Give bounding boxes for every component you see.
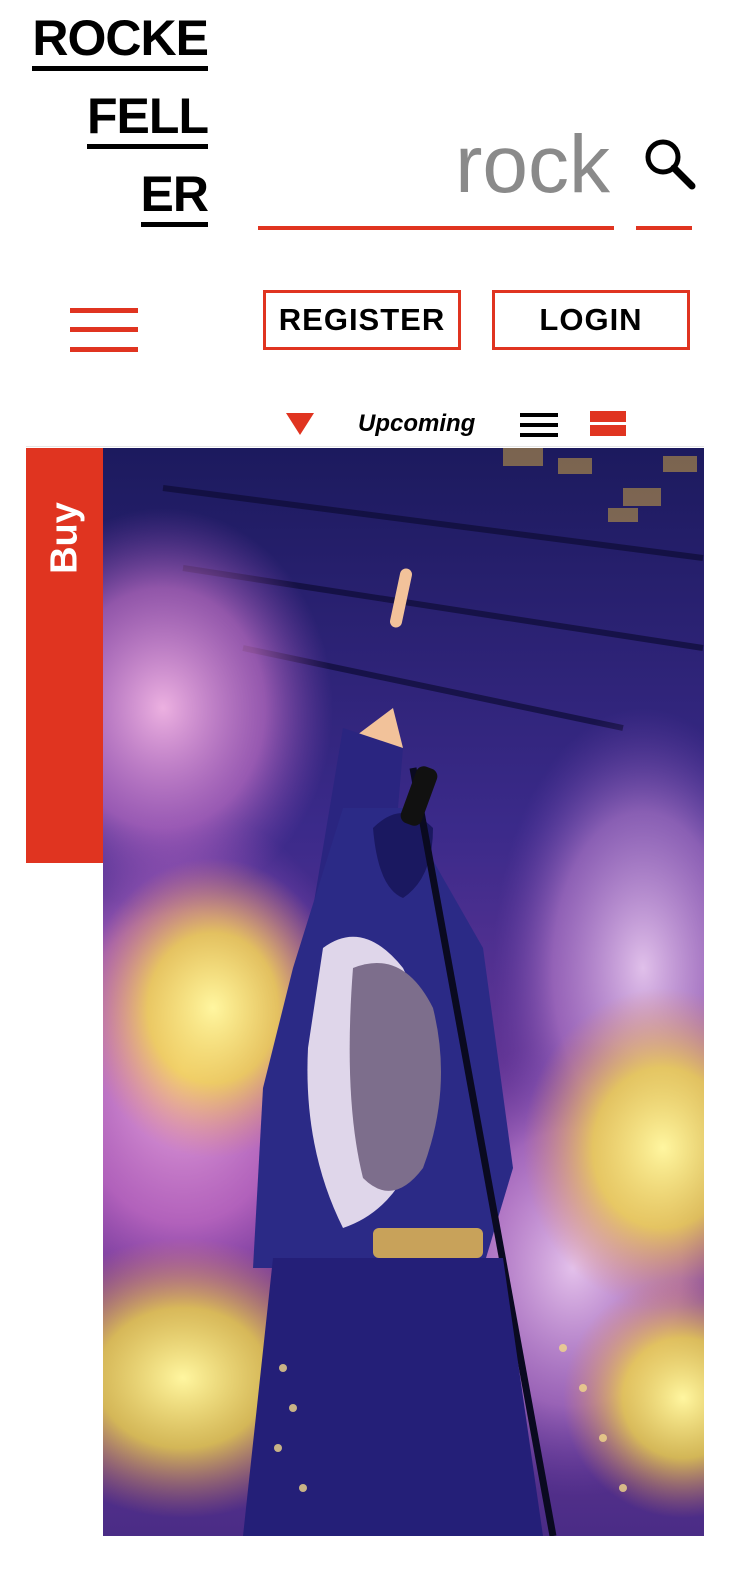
buy-button[interactable]: Buy	[26, 448, 103, 863]
search-icon	[645, 139, 696, 190]
grid-view-icon[interactable]	[590, 411, 626, 437]
list-view-icon[interactable]	[520, 412, 558, 438]
dropdown-triangle-icon[interactable]	[285, 412, 315, 436]
event-card: Buy	[26, 448, 704, 1536]
logo-line-1: ROCKE	[32, 12, 209, 71]
menu-button[interactable]	[70, 306, 140, 356]
event-image[interactable]	[103, 448, 704, 1536]
filter-divider	[26, 446, 704, 447]
site-logo[interactable]: ROCKE FELL ER	[18, 10, 209, 244]
logo-line-2: FELL	[87, 90, 209, 149]
login-button[interactable]: LOGIN	[492, 290, 690, 350]
buy-label: Buy	[43, 502, 85, 574]
filter-upcoming-label[interactable]: Upcoming	[358, 410, 475, 438]
search-field	[258, 118, 614, 230]
search-button[interactable]	[636, 118, 696, 230]
logo-line-3: ER	[140, 168, 209, 227]
concert-performer-image	[103, 448, 704, 1536]
register-button[interactable]: REGISTER	[263, 290, 461, 350]
menu-icon	[70, 308, 138, 313]
search-input[interactable]	[270, 120, 610, 210]
